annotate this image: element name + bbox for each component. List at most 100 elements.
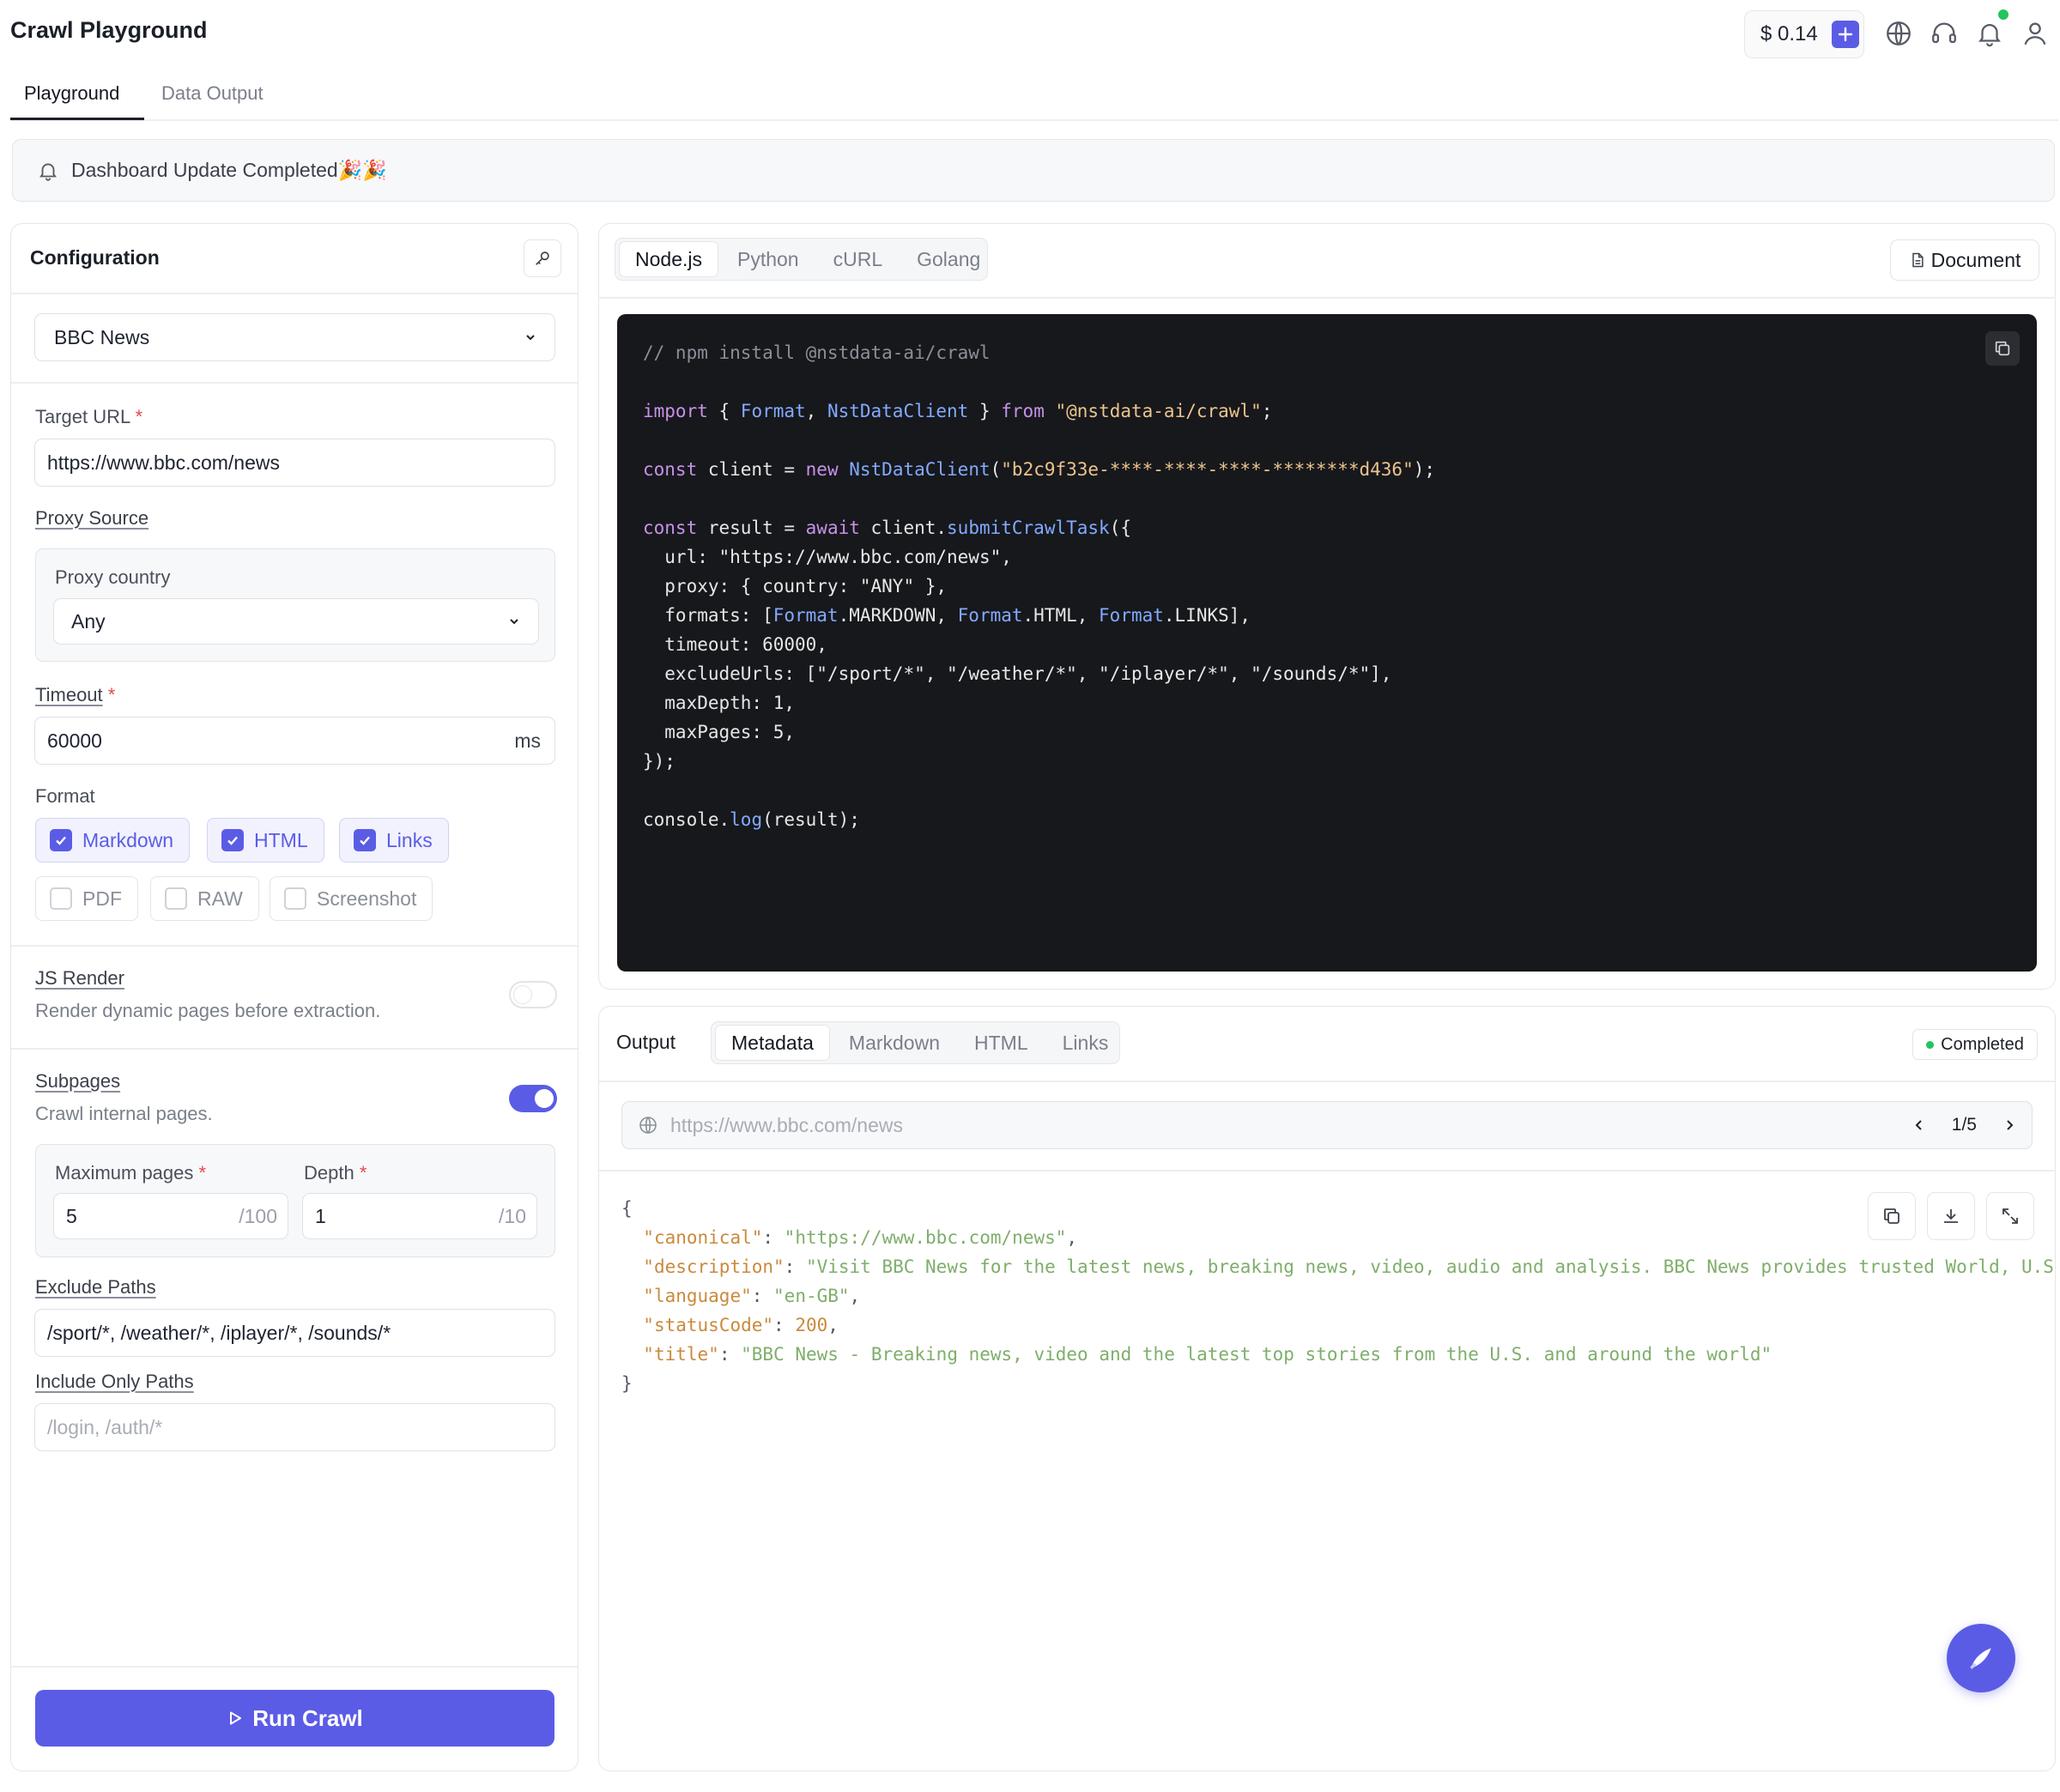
code-line: proxy: { country: "ANY" },: [643, 576, 948, 596]
format-screenshot-checkbox[interactable]: Screenshot: [270, 876, 433, 921]
download-icon[interactable]: [1927, 1192, 1975, 1240]
proxy-country-label: Proxy country: [55, 566, 171, 588]
depth-label: Depth *: [304, 1162, 367, 1184]
tab-python[interactable]: Python: [722, 241, 815, 277]
user-icon[interactable]: [2021, 19, 2050, 48]
balance-button[interactable]: $ 0.14: [1744, 10, 1864, 58]
target-url-label: Target URL *: [35, 406, 143, 427]
copy-icon[interactable]: [1868, 1192, 1916, 1240]
subpages-toggle[interactable]: [509, 1085, 557, 1112]
assistant-fab[interactable]: [1947, 1624, 2015, 1692]
configuration-panel: Configuration BBC News Target URL * http…: [10, 223, 579, 1771]
proxy-box: Proxy country Any: [35, 548, 555, 662]
code-line: formats: [Format.MARKDOWN, Format.HTML, …: [643, 605, 1251, 626]
tab-nodejs[interactable]: Node.js: [619, 241, 718, 277]
timeout-unit: ms: [514, 729, 541, 752]
main-tabs: Playground Data Output: [10, 72, 2058, 121]
json-output: { "canonical": "https://www.bbc.com/news…: [621, 1194, 2056, 1398]
balance-amount: $ 0.14: [1760, 22, 1818, 45]
format-pdf-checkbox[interactable]: PDF: [35, 876, 138, 921]
tab-curl[interactable]: cURL: [818, 241, 899, 277]
document-icon: [1909, 251, 1926, 269]
code-line: import { Format, NstDataClient } from "@…: [643, 401, 1273, 421]
notification-banner: Dashboard Update Completed🎉🎉: [12, 139, 2055, 202]
proxy-country-select[interactable]: Any: [53, 598, 539, 645]
divider: [599, 1081, 2055, 1082]
url-bar[interactable]: https://www.bbc.com/news 1/5: [621, 1101, 2033, 1149]
code-line: // npm install @nstdata-ai/crawl: [643, 342, 991, 363]
key-icon[interactable]: [524, 239, 561, 277]
code-text: // npm install @nstdata-ai/crawl import {…: [643, 338, 1435, 834]
globe-icon[interactable]: [1884, 19, 1913, 48]
page-title: Crawl Playground: [10, 17, 208, 43]
json-line: {: [621, 1198, 633, 1219]
max-pages-limit: /100: [239, 1204, 277, 1227]
play-icon: [227, 1710, 244, 1727]
max-pages-input[interactable]: 5 /100: [53, 1193, 288, 1239]
bell-icon: [37, 160, 59, 182]
notification-dot: [1998, 9, 2008, 20]
banner-text: Dashboard Update Completed🎉🎉: [71, 159, 387, 181]
subpages-description: Crawl internal pages.: [35, 1103, 213, 1124]
format-raw-checkbox[interactable]: RAW: [150, 876, 259, 921]
code-line: excludeUrls: ["/sport/*", "/weather/*", …: [643, 663, 1392, 684]
tab-metadata[interactable]: Metadata: [715, 1025, 830, 1061]
exclude-paths-label[interactable]: Exclude Paths: [35, 1276, 156, 1299]
tab-data-output[interactable]: Data Output: [161, 82, 264, 105]
format-markdown-checkbox[interactable]: Markdown: [35, 818, 191, 863]
code-line: timeout: 60000,: [643, 634, 827, 655]
preset-select[interactable]: BBC News: [34, 313, 555, 361]
json-line: "canonical": "https://www.bbc.com/news",: [643, 1227, 1078, 1248]
document-label: Document: [1930, 248, 2021, 271]
tab-playground[interactable]: Playground: [24, 82, 119, 105]
tab-markdown[interactable]: Markdown: [833, 1025, 955, 1061]
document-button[interactable]: Document: [1890, 239, 2039, 281]
format-label-html: HTML: [254, 828, 308, 851]
output-panel: Output Metadata Markdown HTML Links Comp…: [598, 1006, 2056, 1771]
include-paths-input[interactable]: /login, /auth/*: [34, 1403, 555, 1451]
proxy-country-value: Any: [71, 609, 106, 633]
code-line: maxDepth: 1,: [643, 693, 796, 713]
format-label-raw: RAW: [197, 887, 243, 910]
tab-html[interactable]: HTML: [959, 1025, 1044, 1061]
copy-icon[interactable]: [1985, 331, 2020, 366]
json-line: "description": "Visit BBC News for the l…: [643, 1256, 2056, 1277]
globe-icon: [638, 1115, 658, 1135]
url-text: https://www.bbc.com/news: [670, 1113, 903, 1136]
checkbox-empty-icon: [284, 887, 306, 910]
proxy-source-label[interactable]: Proxy Source: [35, 507, 148, 530]
format-html-checkbox[interactable]: HTML: [207, 818, 324, 863]
chevron-right-icon[interactable]: [2002, 1118, 2016, 1132]
depth-input[interactable]: 1 /10: [302, 1193, 537, 1239]
run-crawl-button[interactable]: Run Crawl: [35, 1690, 554, 1747]
js-render-description: Render dynamic pages before extraction.: [35, 1000, 381, 1021]
bell-icon[interactable]: [1975, 19, 2004, 48]
status-badge: Completed: [1912, 1029, 2038, 1060]
timeout-input[interactable]: 60000 ms: [34, 717, 555, 765]
pager-text: 1/5: [1951, 1115, 1977, 1135]
js-render-toggle[interactable]: [509, 981, 557, 1008]
chevron-left-icon[interactable]: [1912, 1118, 1926, 1132]
active-tab-indicator: [10, 118, 144, 120]
code-line: const result = await client.submitCrawlT…: [643, 518, 1131, 538]
output-tabs: Metadata Markdown HTML Links: [711, 1021, 1120, 1064]
format-links-checkbox[interactable]: Links: [339, 818, 449, 863]
code-line: url: "https://www.bbc.com/news",: [643, 547, 1012, 567]
checkbox-checked-icon: [221, 829, 244, 851]
depth-value: 1: [315, 1204, 326, 1227]
add-funds-icon[interactable]: [1831, 21, 1859, 48]
target-url-input[interactable]: https://www.bbc.com/news: [34, 439, 555, 487]
chevron-down-icon: [507, 614, 521, 628]
headset-icon[interactable]: [1930, 19, 1959, 48]
exclude-paths-input[interactable]: /sport/*, /weather/*, /iplayer/*, /sound…: [34, 1309, 555, 1357]
include-paths-label[interactable]: Include Only Paths: [35, 1371, 194, 1393]
rocket-icon: [1964, 1641, 1998, 1675]
expand-icon[interactable]: [1986, 1192, 2034, 1240]
language-tabs: Node.js Python cURL Golang: [615, 238, 988, 281]
timeout-value: 60000: [47, 729, 102, 752]
tab-links[interactable]: Links: [1047, 1025, 1124, 1061]
tab-golang[interactable]: Golang: [901, 241, 996, 277]
